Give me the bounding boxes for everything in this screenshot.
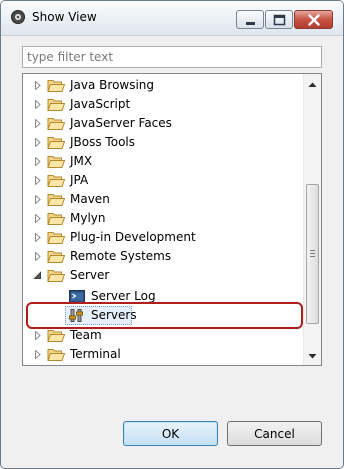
folder-icon bbox=[47, 156, 65, 168]
tree-item-label: Team bbox=[70, 328, 102, 342]
close-button[interactable] bbox=[294, 10, 333, 29]
folder-icon bbox=[47, 232, 65, 244]
scroll-down-arrow-icon[interactable] bbox=[304, 348, 321, 365]
tree-item-label: Plug-in Development bbox=[70, 230, 196, 244]
expand-arrow-icon[interactable] bbox=[34, 119, 42, 128]
expand-arrow-icon[interactable] bbox=[34, 176, 42, 185]
scrollbar-thumb[interactable] bbox=[306, 184, 319, 324]
window-title: Show View bbox=[32, 10, 97, 24]
tree-item-javascript[interactable]: JavaScript bbox=[23, 95, 305, 114]
maximize-icon bbox=[273, 14, 286, 26]
tree-item-label: JavaServer Faces bbox=[70, 116, 172, 130]
cancel-button[interactable]: Cancel bbox=[227, 421, 322, 446]
folder-icon bbox=[47, 213, 65, 225]
tree-item-label: Remote Systems bbox=[70, 249, 172, 263]
folder-icon bbox=[47, 251, 65, 263]
tree-item-label: Maven bbox=[70, 192, 110, 206]
filter-input[interactable] bbox=[22, 46, 322, 68]
maximize-button[interactable] bbox=[265, 10, 293, 29]
folder-icon bbox=[47, 99, 65, 111]
expand-arrow-icon[interactable] bbox=[34, 233, 42, 242]
expand-arrow-icon[interactable] bbox=[34, 350, 42, 359]
tree-item-terminal[interactable]: Terminal bbox=[23, 345, 305, 364]
folder-icon bbox=[47, 137, 65, 149]
expand-arrow-icon[interactable] bbox=[34, 331, 42, 340]
tree-item-label: Mylyn bbox=[70, 211, 106, 225]
tree-item-mylyn[interactable]: Mylyn bbox=[23, 209, 305, 228]
tree-item-label: Server bbox=[70, 268, 110, 282]
tree-item-jboss-tools[interactable]: JBoss Tools bbox=[23, 133, 305, 152]
tree-item-label: JavaScript bbox=[70, 97, 131, 111]
minimize-icon bbox=[246, 22, 255, 25]
folder-icon bbox=[47, 175, 65, 187]
tree-item-javaserver-faces[interactable]: JavaServer Faces bbox=[23, 114, 305, 133]
folder-icon bbox=[47, 118, 65, 130]
tree-item-server[interactable]: Server bbox=[23, 266, 305, 285]
annotation-highlight-box bbox=[26, 302, 303, 329]
expand-arrow-icon[interactable] bbox=[34, 138, 42, 147]
expand-arrow-icon[interactable] bbox=[34, 195, 42, 204]
tree-item-jmx[interactable]: JMX bbox=[23, 152, 305, 171]
ok-button[interactable]: OK bbox=[123, 421, 218, 446]
grip-icon bbox=[310, 250, 315, 257]
vertical-scrollbar[interactable] bbox=[303, 74, 321, 365]
folder-icon bbox=[47, 80, 65, 92]
folder-icon bbox=[47, 194, 65, 206]
folder-icon bbox=[47, 330, 65, 342]
tree-item-label: JPA bbox=[70, 173, 89, 187]
close-icon bbox=[308, 14, 320, 26]
tree-item-label: Java Browsing bbox=[70, 78, 155, 92]
tree-item-plug-in-development[interactable]: Plug-in Development bbox=[23, 228, 305, 247]
tree-item-label: JMX bbox=[70, 154, 93, 168]
collapse-arrow-icon[interactable] bbox=[33, 271, 41, 280]
tree-item-maven[interactable]: Maven bbox=[23, 190, 305, 209]
expand-arrow-icon[interactable] bbox=[34, 100, 42, 109]
show-view-dialog: Show View Java Browsing JavaScript JavaS… bbox=[0, 0, 344, 469]
tree-item-remote-systems[interactable]: Remote Systems bbox=[23, 247, 305, 266]
scroll-up-arrow-icon[interactable] bbox=[304, 76, 321, 93]
expand-arrow-icon[interactable] bbox=[34, 157, 42, 166]
eclipse-view-icon bbox=[11, 10, 25, 24]
tree-item-label: Terminal bbox=[70, 347, 121, 361]
minimize-button[interactable] bbox=[236, 10, 264, 29]
title-bar[interactable]: Show View bbox=[1, 1, 343, 36]
expand-arrow-icon[interactable] bbox=[34, 81, 42, 90]
expand-arrow-icon[interactable] bbox=[34, 252, 42, 261]
tree-item-label: Server Log bbox=[91, 289, 156, 303]
tree-item-jpa[interactable]: JPA bbox=[23, 171, 305, 190]
folder-open-icon bbox=[47, 270, 65, 282]
folder-icon bbox=[47, 349, 65, 361]
tree-item-java-browsing[interactable]: Java Browsing bbox=[23, 76, 305, 95]
tree-item-label: JBoss Tools bbox=[70, 135, 135, 149]
expand-arrow-icon[interactable] bbox=[34, 214, 42, 223]
